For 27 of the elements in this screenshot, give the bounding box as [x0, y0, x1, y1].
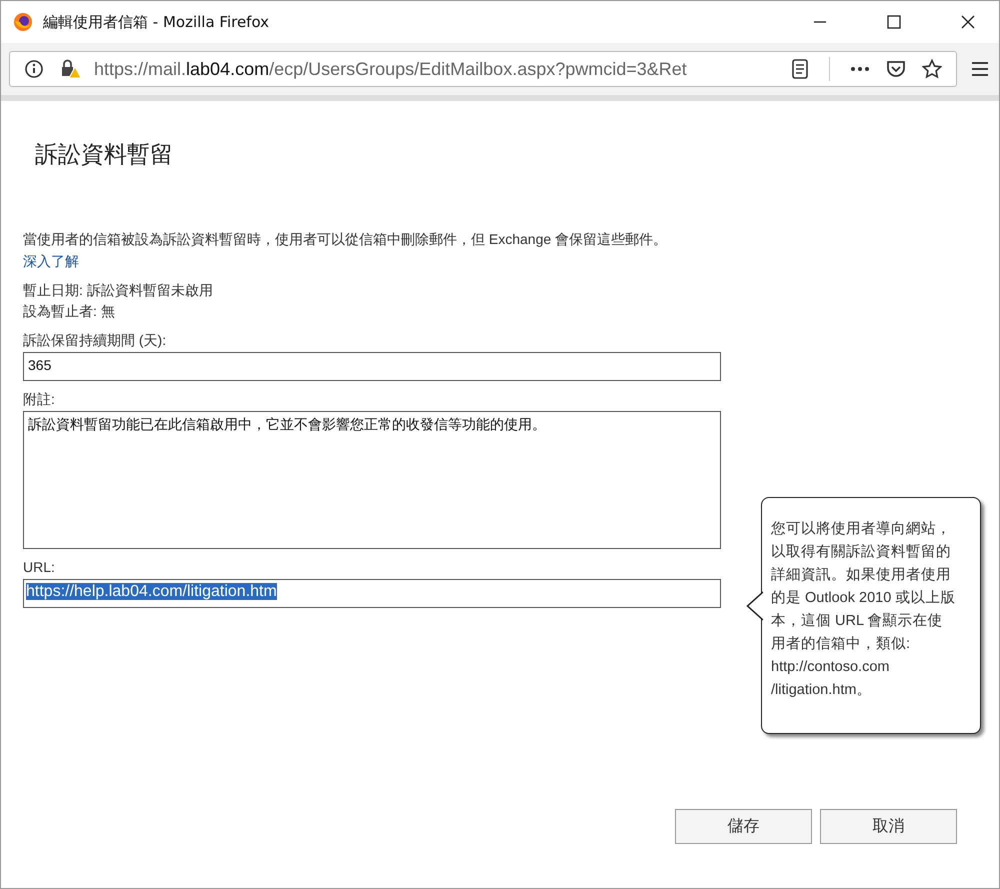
status-text: 設為暫止者: 無: [23, 302, 116, 321]
learn-more-link[interactable]: 深入了解: [23, 253, 79, 269]
lock-warning-icon[interactable]: [60, 59, 82, 79]
status-text: 暫止日期: 訴訟資料暫留未啟用: [23, 281, 214, 300]
page-heading: 訴訟資料暫留: [35, 140, 174, 169]
pocket-icon[interactable]: [886, 59, 906, 79]
maximize-icon[interactable]: [887, 15, 901, 29]
field-label: 附註:: [23, 390, 55, 409]
window-title: 編輯使用者信箱 - Mozilla Firefox: [43, 12, 270, 32]
browser-logo-icon: [13, 12, 33, 32]
duration-field[interactable]: 365: [23, 352, 721, 381]
url-field[interactable]: https://help.lab04.com/litigation.htm: [23, 579, 721, 608]
dialog-button[interactable]: 取消: [820, 809, 957, 844]
field-label: 訴訟保留持續期間 (天):: [23, 331, 166, 350]
more-icon[interactable]: [850, 66, 870, 72]
tooltip-pointer: [746, 591, 763, 621]
address-bar[interactable]: https://mail.lab04.com/ecp/UsersGroups/EditMailbox.aspx?pwmcid=3&Ret: [9, 51, 957, 87]
field-label: URL:: [23, 558, 55, 577]
menu-icon[interactable]: [971, 61, 989, 77]
note-field[interactable]: 訴訟資料暫留功能已在此信箱啟用中，它並不會影響您正常的收發信等功能的使用。: [23, 411, 721, 549]
description-text: 當使用者的信箱被設為訴訟資料暫留時，使用者可以從信箱中刪除郵件，但 Exchange 會保留這些郵件。 深入了解: [23, 230, 668, 271]
star-icon[interactable]: [922, 59, 942, 79]
info-icon[interactable]: [24, 59, 44, 79]
close-icon[interactable]: [961, 15, 975, 29]
dialog-button[interactable]: 儲存: [675, 809, 812, 844]
reader-view-icon[interactable]: [791, 59, 809, 79]
help-tooltip: 您可以將使用者導向網站，以取得有關訴訟資料暫留的詳細資訊。如果使用者使用的是 Outlook 2010 或以上版本，這個 URL 會顯示在使用者的信箱中，類似: http://contoso.com /litigation.htm。: [761, 497, 981, 734]
